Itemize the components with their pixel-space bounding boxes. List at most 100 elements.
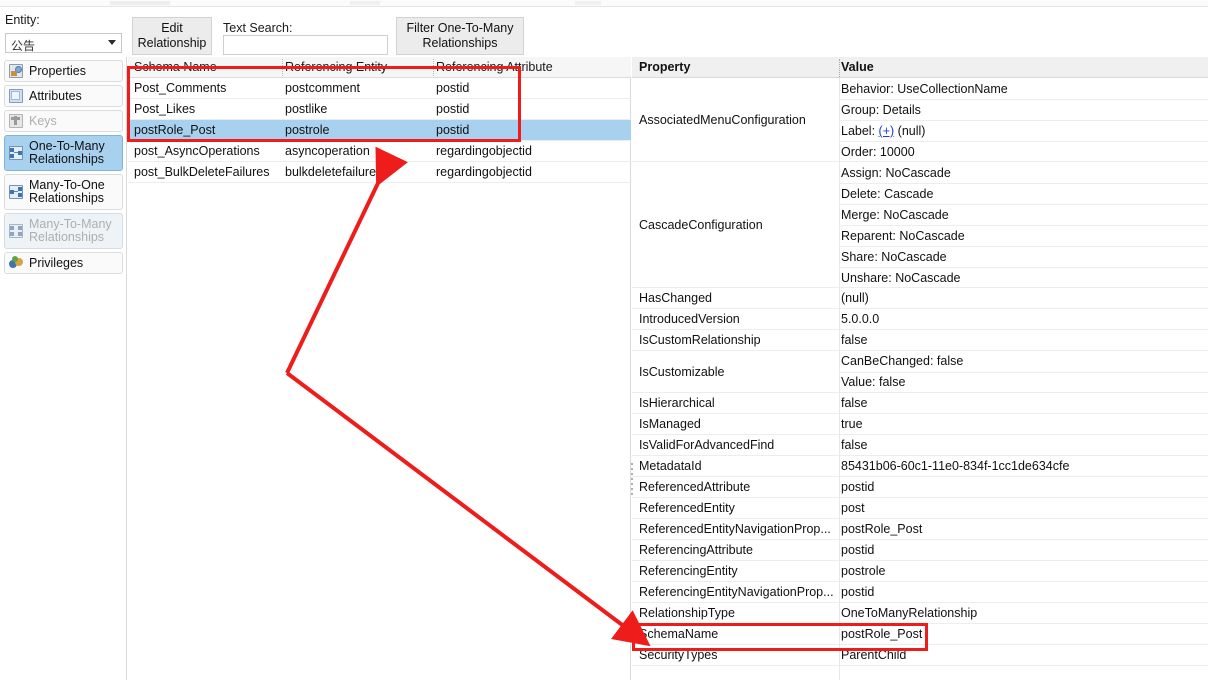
add-label-link[interactable]: (+) [879, 124, 895, 138]
value-column-divider [839, 666, 840, 680]
property-row-ishierarchical[interactable]: IsHierarchical false [632, 393, 1208, 414]
column-divider[interactable] [282, 59, 283, 76]
value-divider [839, 120, 1208, 121]
window-top-strip [0, 0, 1208, 7]
property-name: IsValidForAdvancedFind [639, 438, 775, 452]
property-value: 5.0.0.0 [841, 312, 880, 326]
property-row-haschanged[interactable]: HasChanged (null) [632, 288, 1208, 309]
property-value: ParentChild [841, 648, 907, 662]
value-column-divider [839, 540, 840, 561]
cell-referencing-entity: postrole [285, 123, 330, 137]
sidebar-item-label: Properties [29, 63, 86, 78]
entity-dropdown[interactable]: 公告 [5, 33, 122, 53]
property-row-metadataid[interactable]: MetadataId 85431b06-60c1-11e0-834f-1cc1d… [632, 456, 1208, 477]
property-row-securitytypes[interactable]: SecurityTypes ParentChild [632, 645, 1208, 666]
properties-icon [8, 63, 25, 80]
edit-relationship-button[interactable]: Edit Relationship [132, 17, 212, 55]
property-row-introducedversion[interactable]: IntroducedVersion 5.0.0.0 [632, 309, 1208, 330]
sidebar-item-one-to-many-relationships[interactable]: One-To-Many Relationships [4, 135, 123, 171]
sidebar-item-many-to-one-relationships[interactable]: Many-To-One Relationships [4, 174, 123, 210]
cell-schema-name: Post_Likes [134, 102, 196, 116]
application-window: Entity: 公告 Edit Relationship Text Search… [0, 0, 1208, 680]
cell-referencing-attribute: regardingobjectid [436, 165, 532, 179]
table-row[interactable]: post_AsyncOperations asyncoperation rega… [128, 141, 631, 162]
property-value: false [841, 396, 868, 410]
value-column-divider [839, 561, 840, 582]
value-column-divider [839, 582, 840, 603]
property-name: IsManaged [639, 417, 701, 431]
column-header-referencing-attribute[interactable]: Referencing Attribute [436, 60, 553, 74]
column-header-value[interactable]: Value [841, 60, 874, 74]
sidebar-item-privileges[interactable]: Privileges [4, 252, 123, 274]
sidebar-item-label: One-To-Many Relationships [29, 139, 105, 166]
property-row-schemaname[interactable]: SchemaName postRole_Post [632, 624, 1208, 645]
text-search-input[interactable] [223, 35, 388, 55]
value-divider [839, 204, 1208, 205]
property-name: ReferencingAttribute [639, 543, 753, 557]
property-value: (null) [841, 291, 869, 305]
property-value: Delete: Cascade [841, 187, 934, 201]
sidebar: Properties Attributes Keys One-To-Many R… [0, 57, 127, 680]
entity-label: Entity: [5, 13, 40, 27]
property-value: Merge: NoCascade [841, 208, 949, 222]
cell-schema-name: post_BulkDeleteFailures [134, 165, 270, 179]
value-column-divider [839, 519, 840, 540]
sidebar-item-many-to-many-relationships[interactable]: Many-To-Many Relationships [4, 213, 123, 249]
label-prefix: Label: [841, 124, 876, 138]
sidebar-item-label: Many-To-Many Relationships [29, 217, 112, 244]
keys-icon [8, 113, 25, 130]
value-divider [839, 183, 1208, 184]
property-name: IsHierarchical [639, 396, 715, 410]
property-value: true [841, 417, 863, 431]
property-row-iscustomizable[interactable]: IsCustomizable CanBeChanged: false Value… [632, 351, 1208, 393]
cell-referencing-entity: asyncoperation [285, 144, 370, 158]
property-value: Order: 10000 [841, 145, 915, 159]
entity-dropdown-value: 公告 [11, 39, 36, 53]
cell-referencing-entity: postcomment [285, 81, 361, 95]
panel-splitter-handle[interactable] [630, 463, 634, 499]
property-name: SecurityTypes [639, 648, 718, 662]
table-row[interactable]: post_BulkDeleteFailures bulkdeletefailur… [128, 162, 631, 183]
value-divider [839, 225, 1208, 226]
property-value: postid [841, 543, 875, 557]
value-column-divider [839, 477, 840, 498]
property-value: Assign: NoCascade [841, 166, 951, 180]
property-row-referencedattribute[interactable]: ReferencedAttribute postid [632, 477, 1208, 498]
cell-schema-name: post_AsyncOperations [134, 144, 260, 158]
privileges-icon [8, 255, 25, 272]
column-header-property[interactable]: Property [639, 60, 690, 74]
property-value: Value: false [841, 375, 906, 389]
sidebar-item-label: Privileges [29, 255, 84, 270]
property-value: Share: NoCascade [841, 250, 947, 264]
sidebar-item-label: Keys [29, 113, 57, 128]
property-row-referencingentitynavigationpropertyname[interactable]: ReferencingEntityNavigationProp... posti… [632, 582, 1208, 603]
property-row-associatedmenuconfiguration[interactable]: AssociatedMenuConfiguration Behavior: Us… [632, 78, 1208, 162]
property-row-iscustomrelationship[interactable]: IsCustomRelationship false [632, 330, 1208, 351]
property-row-referencedentitynavigationpropertyname[interactable]: ReferencedEntityNavigationProp... postRo… [632, 519, 1208, 540]
property-value: Group: Details [841, 103, 921, 117]
one-to-many-icon [8, 145, 25, 162]
property-row-referencingattribute[interactable]: ReferencingAttribute postid [632, 540, 1208, 561]
sidebar-item-label: Many-To-One Relationships [29, 178, 105, 205]
table-row[interactable]: Post_Likes postlike postid [128, 99, 631, 120]
column-header-schema-name[interactable]: Schema Name [134, 60, 217, 74]
property-row-referencingentity[interactable]: ReferencingEntity postrole [632, 561, 1208, 582]
sidebar-item-properties[interactable]: Properties [4, 60, 123, 82]
table-row[interactable]: Post_Comments postcomment postid [128, 78, 631, 99]
value-column-divider [839, 603, 840, 624]
value-column-divider [839, 393, 840, 414]
table-row-selected[interactable]: postRole_Post postrole postid [128, 120, 631, 141]
column-divider[interactable] [839, 59, 840, 77]
property-row-isvalidforadvancedfind[interactable]: IsValidForAdvancedFind false [632, 435, 1208, 456]
property-row-cascadeconfiguration[interactable]: CascadeConfiguration Assign: NoCascade D… [632, 162, 1208, 288]
sidebar-item-attributes[interactable]: Attributes [4, 85, 123, 107]
property-row-referencedentity[interactable]: ReferencedEntity post [632, 498, 1208, 519]
filter-one-to-many-button[interactable]: Filter One-To-Many Relationships [396, 17, 524, 55]
property-value: 85431b06-60c1-11e0-834f-1cc1de634cfe [841, 459, 1070, 473]
property-row-ismanaged[interactable]: IsManaged true [632, 414, 1208, 435]
column-divider[interactable] [433, 59, 434, 76]
column-header-referencing-entity[interactable]: Referencing Entity [285, 60, 387, 74]
sidebar-item-keys[interactable]: Keys [4, 110, 123, 132]
label-suffix: (null) [897, 124, 926, 138]
property-row-relationshiptype[interactable]: RelationshipType OneToManyRelationship [632, 603, 1208, 624]
